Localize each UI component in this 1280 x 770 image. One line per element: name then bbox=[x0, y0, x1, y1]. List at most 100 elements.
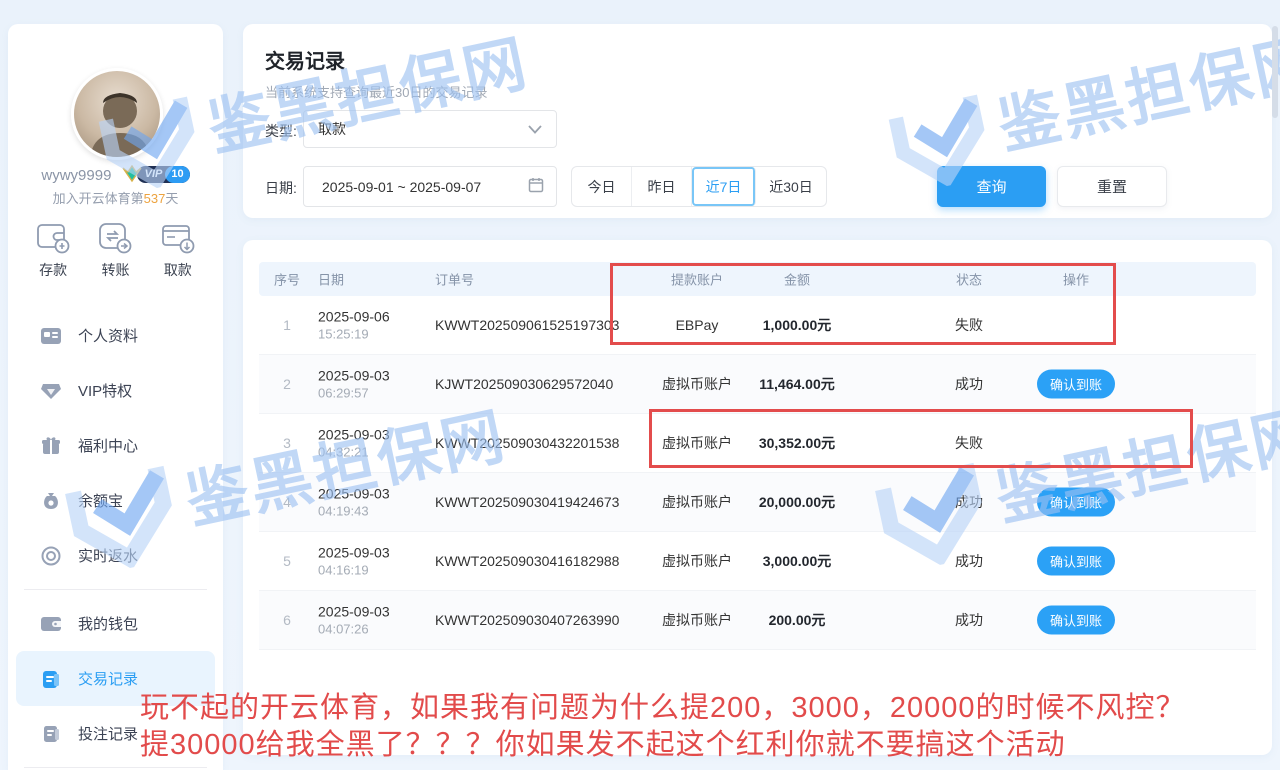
deposit-button[interactable]: 存款 bbox=[35, 220, 71, 280]
date-label: 日期: bbox=[265, 178, 297, 198]
row-status: 失败 bbox=[909, 433, 1029, 453]
filter-panel: 交易记录 当前系统支持查询最近30日的交易记录 类型: 取款 日期: 2025-… bbox=[243, 24, 1272, 218]
id-card-icon bbox=[40, 325, 62, 347]
menu-divider bbox=[24, 589, 207, 590]
row-date: 2025-09-0304:19:43 bbox=[318, 486, 434, 519]
table-row: 22025-09-0306:29:57KJWT20250903062957204… bbox=[259, 355, 1256, 414]
range-today-button[interactable]: 今日 bbox=[572, 167, 632, 206]
row-seq: 1 bbox=[259, 317, 315, 333]
range-last7days-button[interactable]: 近7日 bbox=[692, 167, 756, 206]
row-date: 2025-09-0615:25:19 bbox=[318, 309, 434, 342]
row-date: 2025-09-0304:16:19 bbox=[318, 545, 434, 578]
transactions-table-panel: 序号 日期 订单号 提款账户 金额 状态 操作 12025-09-0615:25… bbox=[243, 240, 1272, 755]
sidebar-item-rebate[interactable]: 实时返水 bbox=[8, 528, 223, 583]
row-status: 成功 bbox=[909, 492, 1029, 512]
row-amount: 3,000.00元 bbox=[737, 551, 857, 571]
withdraw-button[interactable]: 取款 bbox=[160, 220, 196, 280]
money-bag-icon bbox=[40, 490, 62, 512]
row-seq: 4 bbox=[259, 494, 315, 510]
transfer-arrows-icon bbox=[97, 220, 133, 254]
gem-icon bbox=[40, 380, 62, 402]
row-date: 2025-09-0306:29:57 bbox=[318, 368, 434, 401]
row-status: 成功 bbox=[909, 551, 1029, 571]
sidebar-item-label: 我的钱包 bbox=[78, 613, 138, 634]
sidebar-item-label: 个人资料 bbox=[78, 325, 138, 346]
sidebar-item-label: 余额宝 bbox=[78, 490, 123, 511]
sidebar-item-profile[interactable]: 个人资料 bbox=[8, 308, 223, 363]
menu-divider bbox=[24, 767, 207, 768]
gift-icon bbox=[40, 435, 62, 457]
header-amount: 金额 bbox=[737, 270, 857, 289]
scrollbar-thumb[interactable] bbox=[1272, 26, 1278, 118]
joined-days-number: 537 bbox=[144, 191, 166, 206]
sidebar-item-welfare[interactable]: 福利中心 bbox=[8, 418, 223, 473]
row-action: 确认到账 bbox=[1016, 488, 1136, 517]
query-button[interactable]: 查询 bbox=[937, 166, 1046, 207]
row-action: 确认到账 bbox=[1016, 606, 1136, 635]
deposit-label: 存款 bbox=[39, 260, 67, 280]
table-row: 52025-09-0304:16:19KWWT20250903041618298… bbox=[259, 532, 1256, 591]
page-title: 交易记录 bbox=[265, 45, 345, 74]
reset-button[interactable]: 重置 bbox=[1057, 166, 1167, 207]
annotation-line1: 玩不起的开云体育，如果我有问题为什么提200，3000，20000的时候不风控？ bbox=[140, 684, 1186, 726]
table-row: 32025-09-0304:32:21KWWT20250903043220153… bbox=[259, 414, 1256, 473]
header-action: 操作 bbox=[1016, 270, 1136, 289]
confirm-received-button[interactable]: 确认到账 bbox=[1037, 547, 1115, 576]
withdraw-card-icon bbox=[160, 220, 196, 254]
table-row: 12025-09-0615:25:19KWWT20250906152519730… bbox=[259, 296, 1256, 355]
row-seq: 2 bbox=[259, 376, 315, 392]
user-row: wywy9999 VIP 10 bbox=[8, 165, 223, 184]
withdraw-label: 取款 bbox=[164, 260, 192, 280]
sidebar: wywy9999 VIP 10 加入开云体育第537天 存款 bbox=[8, 24, 223, 770]
table-header: 序号 日期 订单号 提款账户 金额 状态 操作 bbox=[259, 262, 1256, 296]
vip-gem-icon bbox=[121, 165, 143, 183]
joined-days-text: 加入开云体育第537天 bbox=[8, 188, 223, 207]
bet-record-icon bbox=[40, 723, 62, 745]
row-action: 确认到账 bbox=[1016, 547, 1136, 576]
row-amount: 1,000.00元 bbox=[737, 315, 857, 335]
row-amount: 20,000.00元 bbox=[737, 492, 857, 512]
date-range-input[interactable]: 2025-09-01 ~ 2025-09-07 bbox=[303, 166, 557, 207]
sidebar-item-label: 实时返水 bbox=[78, 545, 138, 566]
row-amount: 11,464.00元 bbox=[737, 374, 857, 394]
table-body: 12025-09-0615:25:19KWWT20250906152519730… bbox=[259, 296, 1256, 650]
person-silhouette-icon bbox=[84, 85, 156, 160]
page-subtitle: 当前系统支持查询最近30日的交易记录 bbox=[265, 82, 487, 101]
deposit-wallet-icon bbox=[35, 220, 71, 254]
confirm-received-button[interactable]: 确认到账 bbox=[1037, 606, 1115, 635]
row-action: 确认到账 bbox=[1016, 370, 1136, 399]
vip-badge: VIP 10 bbox=[121, 165, 190, 183]
sidebar-item-wallet[interactable]: 我的钱包 bbox=[8, 596, 223, 651]
annotation-line2: 提30000给我全黑了？？？你如果发不起这个红利你就不要搞这个活动 bbox=[140, 721, 1066, 763]
transfer-label: 转账 bbox=[101, 260, 129, 280]
row-date: 2025-09-0304:32:21 bbox=[318, 427, 434, 460]
row-seq: 5 bbox=[259, 553, 315, 569]
type-label: 类型: bbox=[265, 121, 297, 141]
row-status: 成功 bbox=[909, 374, 1029, 394]
range-yesterday-button[interactable]: 昨日 bbox=[632, 167, 692, 206]
calendar-icon bbox=[528, 177, 544, 196]
user-avatar[interactable] bbox=[71, 68, 163, 160]
confirm-received-button[interactable]: 确认到账 bbox=[1037, 488, 1115, 517]
sidebar-item-label: VIP特权 bbox=[78, 380, 132, 401]
row-seq: 3 bbox=[259, 435, 315, 451]
header-seq: 序号 bbox=[259, 270, 315, 289]
range-last30days-button[interactable]: 近30日 bbox=[756, 167, 826, 206]
sidebar-item-vip[interactable]: VIP特权 bbox=[8, 363, 223, 418]
confirm-received-button[interactable]: 确认到账 bbox=[1037, 370, 1115, 399]
transfer-button[interactable]: 转账 bbox=[97, 220, 133, 280]
wallet-icon bbox=[40, 613, 62, 635]
rebate-circle-icon bbox=[40, 545, 62, 567]
row-amount: 200.00元 bbox=[737, 610, 857, 630]
type-select[interactable]: 取款 bbox=[303, 110, 557, 148]
quick-range-group: 今日 昨日 近7日 近30日 bbox=[571, 166, 827, 207]
sidebar-item-label: 福利中心 bbox=[78, 435, 138, 456]
sidebar-item-label: 投注记录 bbox=[78, 723, 138, 744]
sidebar-item-yuebao[interactable]: 余额宝 bbox=[8, 473, 223, 528]
transaction-record-icon bbox=[40, 668, 62, 690]
table-row: 42025-09-0304:19:43KWWT20250903041942467… bbox=[259, 473, 1256, 532]
date-range-value: 2025-09-01 ~ 2025-09-07 bbox=[322, 179, 481, 195]
table-row: 62025-09-0304:07:26KWWT20250903040726399… bbox=[259, 591, 1256, 650]
header-status: 状态 bbox=[909, 270, 1029, 289]
chevron-down-icon bbox=[528, 121, 542, 137]
